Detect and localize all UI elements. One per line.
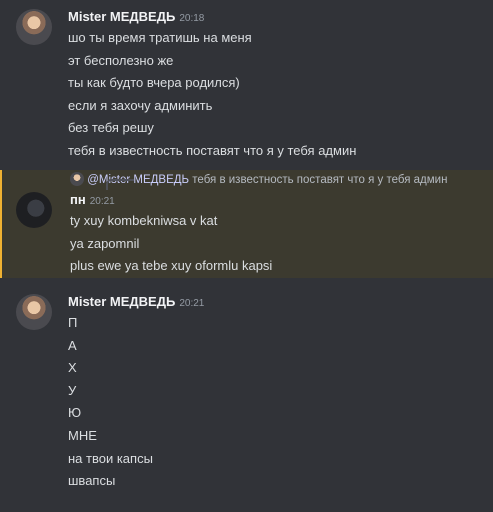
- author-name[interactable]: Mister МЕДВЕДЬ: [68, 9, 175, 24]
- message-text: МНЕ: [68, 427, 97, 443]
- message-text: тебя в известность поставят что я у тебя…: [68, 142, 357, 158]
- message-text: ya zapomnil: [70, 235, 140, 251]
- user-avatar[interactable]: [16, 294, 52, 330]
- message-text: шо ты время тратишь на меня: [68, 30, 252, 45]
- message-group: Mister МЕДВЕДЬ 20:18 шо ты время тратишь …: [0, 7, 493, 163]
- reply-text: тебя в известность поставят что я у тебя…: [192, 174, 448, 186]
- message-header: Mister МЕДВЕДЬ 20:18: [68, 7, 493, 27]
- message-timestamp: 20:21: [179, 298, 205, 309]
- message-header: Mister МЕДВЕДЬ 20:21: [68, 292, 493, 312]
- reply-avatar: [70, 172, 84, 186]
- message-text: А: [68, 337, 77, 353]
- message-group: Mister МЕДВЕДЬ 20:21 П А Х У Ю МНЕ на тво…: [0, 292, 493, 493]
- scrollbar[interactable]: [485, 0, 491, 512]
- message-text: ты как будто вчера родился): [68, 75, 240, 91]
- message-text: эт бесполезно же: [68, 52, 174, 68]
- message-text: ty xuy kombekniwsa v kat: [70, 213, 218, 228]
- reply-spine: [106, 179, 134, 190]
- user-avatar[interactable]: [16, 192, 52, 228]
- message-group-mention: @Mister МЕДВЕДЬ тебя в известность поста…: [0, 170, 493, 278]
- message-text: Ю: [68, 405, 82, 421]
- message-text: без тебя решу: [68, 120, 154, 136]
- author-name[interactable]: Mister МЕДВЕДЬ: [68, 294, 175, 309]
- message-header: пн 20:21: [70, 190, 493, 210]
- message-text: Х: [68, 360, 77, 376]
- message-text: plus ewe ya tebe xuy oformlu kapsi: [70, 258, 273, 274]
- author-name[interactable]: пн: [70, 192, 86, 207]
- message-text: У: [68, 382, 77, 398]
- message-timestamp: 20:21: [89, 196, 115, 207]
- message-timestamp: 20:18: [179, 13, 205, 24]
- message-text: если я захочу админить: [68, 97, 213, 113]
- reply-mention[interactable]: @Mister МЕДВЕДЬ: [87, 174, 189, 186]
- user-avatar[interactable]: [16, 9, 52, 45]
- message-text: на твои капсы: [68, 450, 153, 466]
- message-text: швапсы: [68, 473, 116, 489]
- message-text: П: [68, 315, 78, 330]
- reply-reference[interactable]: @Mister МЕДВЕДЬ тебя в известность поста…: [70, 170, 493, 190]
